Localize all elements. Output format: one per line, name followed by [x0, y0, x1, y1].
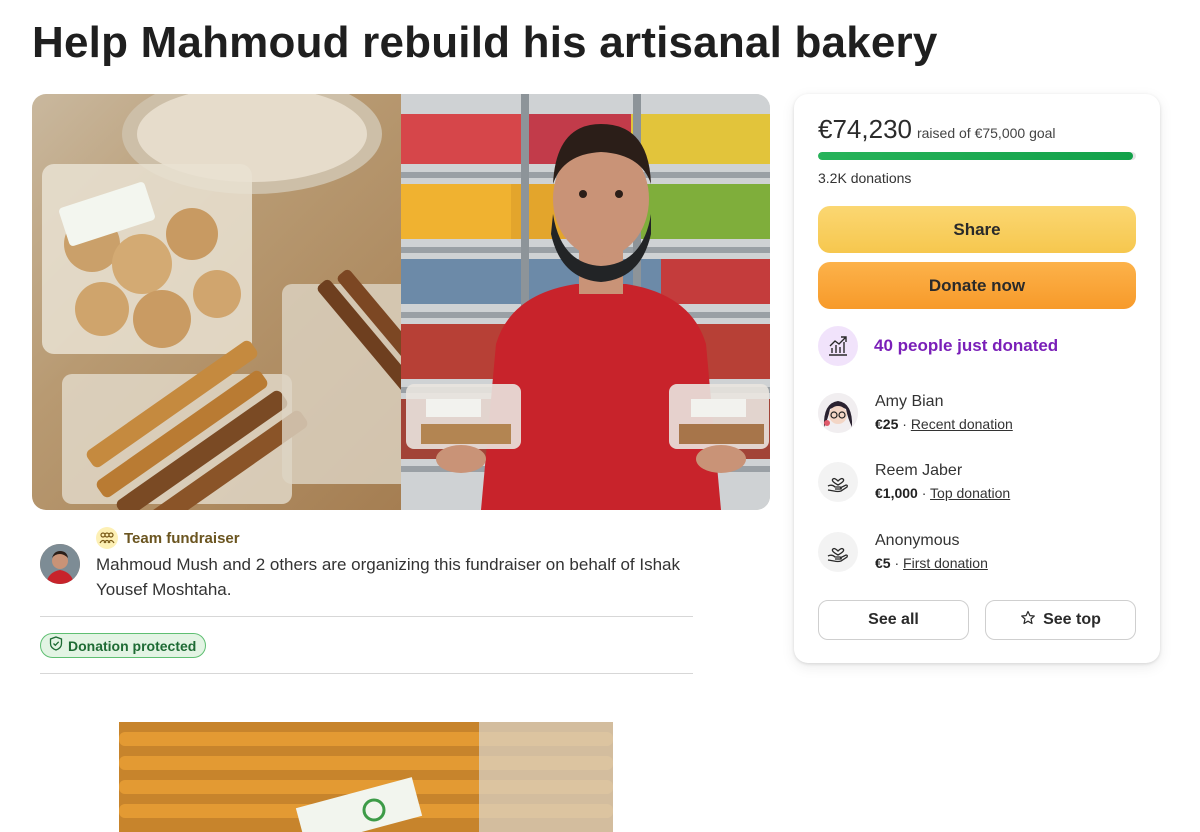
story-image: [119, 722, 613, 832]
donation-count: 3.2K donations: [818, 170, 912, 186]
donor-avatar: [818, 393, 858, 433]
divider: [40, 673, 693, 674]
organizer-description: Mahmoud Mush and 2 others are organizing…: [96, 555, 681, 599]
raised-amount: €74,230: [818, 114, 912, 144]
see-all-label: See all: [868, 611, 919, 628]
donor-type-link[interactable]: Recent donation: [911, 416, 1013, 432]
trend-text: 40 people just donated: [874, 336, 1059, 355]
donor-type-link[interactable]: First donation: [903, 555, 988, 571]
recent-donations-trend: 40 people just donated: [818, 326, 1058, 366]
hero-photo-pastries: [32, 94, 401, 510]
donation-protected-badge[interactable]: Donation protected: [40, 633, 207, 658]
star-icon: [1020, 610, 1036, 631]
page-title: Help Mahmoud rebuild his artisanal baker…: [32, 18, 938, 67]
donation-protected-label: Donation protected: [68, 637, 197, 654]
shield-check-icon: [49, 635, 63, 656]
team-fundraiser-label: Team fundraiser: [124, 529, 240, 547]
hero-photo-baker: [401, 94, 770, 510]
donor-meta: €5 · First donation: [875, 553, 988, 573]
people-group-icon: [96, 527, 118, 549]
progress-fill: [818, 152, 1133, 160]
see-top-button[interactable]: See top: [985, 600, 1136, 640]
donate-now-button[interactable]: Donate now: [818, 262, 1136, 309]
donor-name: Reem Jaber: [875, 462, 963, 479]
progress-bar: [818, 152, 1136, 160]
fundraiser-page: Help Mahmoud rebuild his artisanal baker…: [0, 0, 1200, 832]
raised-goal-text: raised of €75,000 goal: [916, 125, 1056, 141]
donor-meta: €25 · Recent donation: [875, 414, 1013, 434]
hero-image[interactable]: [32, 94, 770, 510]
heart-hand-icon: [818, 532, 858, 572]
share-button[interactable]: Share: [818, 206, 1136, 253]
separator: ·: [894, 555, 904, 571]
donor-item: Amy Bian €25 · Recent donation: [818, 392, 1013, 434]
see-all-button[interactable]: See all: [818, 600, 969, 640]
heart-hand-icon: [818, 462, 858, 502]
donor-amount: €25: [875, 416, 899, 432]
donation-card: €74,230 raised of €75,000 goal 3.2K dona…: [794, 94, 1160, 663]
divider: [40, 616, 693, 617]
separator: ·: [902, 416, 911, 432]
separator: ·: [921, 485, 931, 501]
see-top-label: See top: [1043, 611, 1101, 628]
donor-amount: €5: [875, 555, 891, 571]
trending-up-icon: [818, 326, 858, 366]
donor-name: Anonymous: [875, 532, 960, 549]
donor-item: Anonymous €5 · First donation: [818, 531, 988, 573]
donor-amount: €1,000: [875, 485, 918, 501]
donor-type-link[interactable]: Top donation: [930, 485, 1010, 501]
raised-summary: €74,230 raised of €75,000 goal: [818, 114, 1056, 145]
donor-meta: €1,000 · Top donation: [875, 483, 1010, 503]
organizer-avatar[interactable]: [40, 544, 80, 584]
donor-name: Amy Bian: [875, 393, 944, 410]
donor-item: Reem Jaber €1,000 · Top donation: [818, 461, 1010, 503]
team-fundraiser-row: Team fundraiser: [96, 527, 240, 549]
